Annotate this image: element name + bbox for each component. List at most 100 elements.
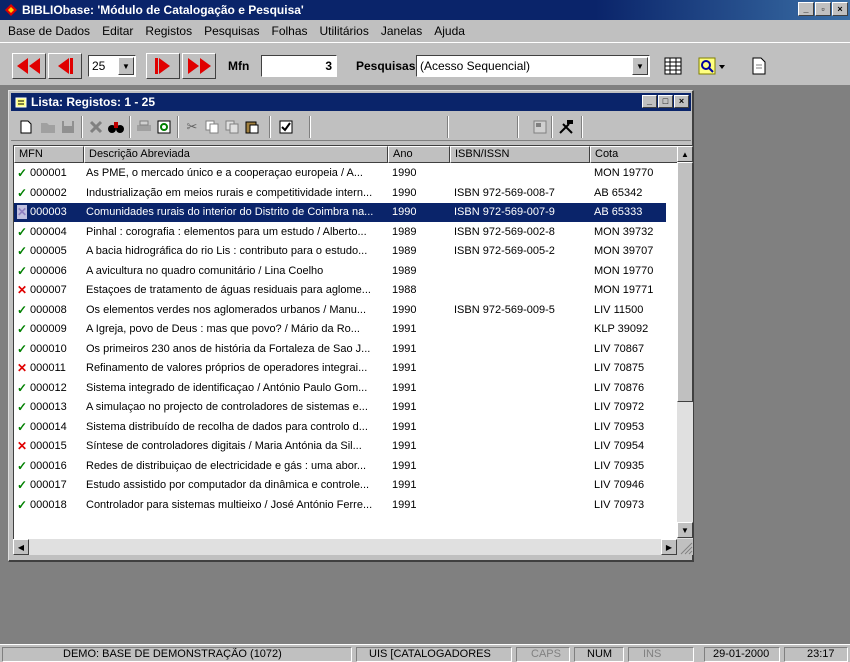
new-icon[interactable] (17, 118, 35, 136)
cell-cota: MON 19771 (594, 284, 654, 296)
cell-ano: 1991 (392, 459, 417, 472)
column-header-mfn[interactable]: MFN (14, 146, 84, 163)
check-icon[interactable] (277, 118, 295, 136)
paste-icon[interactable] (243, 118, 261, 136)
cell-desc: Controlador para sistemas multieixo / Jo… (86, 498, 373, 511)
table-row[interactable]: ✓ 000004 Pinhal : corografia : elementos p… (14, 223, 666, 242)
tools-icon[interactable] (557, 118, 575, 136)
column-header-isbn[interactable]: ISBN/ISSN (450, 146, 590, 163)
menu-folhas[interactable]: Folhas (265, 24, 313, 38)
status-ins: INS (628, 647, 694, 662)
chevron-down-icon[interactable]: ▼ (118, 57, 134, 75)
cut-icon[interactable]: ✂ (183, 118, 201, 136)
print-icon[interactable] (135, 118, 153, 136)
table-row[interactable]: ✓ 000002 Industrialização em meios rurais … (14, 184, 666, 203)
mfn-input[interactable]: 3 (261, 55, 337, 77)
cell-cota: KLP 39092 (594, 323, 649, 335)
cell-desc: As PME, o mercado único e a cooperaçao e… (86, 167, 363, 179)
restore-button[interactable]: ▫ (815, 2, 831, 16)
cell-mfn: 000013 (30, 401, 67, 413)
scroll-thumb[interactable] (677, 162, 693, 402)
table-row[interactable]: ✓ 000008 Os elementos verdes nos aglomerad… (14, 301, 666, 320)
vertical-scrollbar[interactable]: ▲ ▼ (677, 145, 693, 539)
first-record-button[interactable] (12, 53, 46, 79)
deleted-record-icon: ✕ (17, 439, 28, 453)
close-button[interactable]: × (832, 2, 848, 16)
locked-record-icon: ✕ (17, 205, 28, 219)
list-close-button[interactable]: × (674, 95, 689, 108)
table-row[interactable]: ✓ 000001 As PME, o mercado único e a coope… (14, 164, 666, 183)
records-table[interactable]: MFN Descrição Abreviada Ano ISBN/ISSN Co… (13, 145, 677, 539)
cell-mfn: 000015 (30, 440, 67, 452)
next-record-button[interactable] (146, 53, 180, 79)
scroll-up-button[interactable]: ▲ (677, 146, 693, 162)
cell-mfn: 000014 (30, 420, 67, 433)
previous-record-button[interactable] (48, 53, 82, 79)
cell-desc: Os elementos verdes nos aglomerados urba… (86, 303, 367, 316)
menu-janelas[interactable]: Janelas (375, 24, 428, 38)
page-size-value: 25 (92, 59, 106, 73)
scroll-right-button[interactable]: ▶ (661, 539, 677, 555)
menu-base-de-dados[interactable]: Base de Dados (2, 24, 96, 38)
cell-desc: Refinamento de valores próprios de opera… (86, 362, 368, 374)
list-maximize-button[interactable]: □ (658, 95, 673, 108)
table-row[interactable]: ✓ 000017 Estudo assistido por computador d… (14, 476, 666, 495)
menu-pesquisas[interactable]: Pesquisas (198, 24, 265, 38)
cell-isbn: ISBN 972-569-009-5 (454, 303, 555, 316)
query-button[interactable] (694, 53, 730, 79)
cell-mfn: 000002 (30, 186, 67, 199)
document-button[interactable] (748, 53, 770, 79)
save-icon[interactable] (59, 118, 77, 136)
column-header-descricao[interactable]: Descrição Abreviada (84, 146, 388, 163)
scroll-down-button[interactable]: ▼ (677, 522, 693, 538)
table-row[interactable]: ✓ 000005 A bacia hidrográfica do rio Lis :… (14, 242, 666, 261)
cell-ano: 1989 (392, 264, 417, 277)
cell-desc: Redes de distribuiçao de electricidade e… (86, 459, 367, 472)
properties-icon[interactable] (531, 118, 549, 136)
find-icon[interactable] (107, 118, 125, 136)
table-row[interactable]: ✓ 000010 Os primeiros 230 anos de história… (14, 340, 666, 359)
scroll-left-button[interactable]: ◀ (13, 539, 29, 555)
menu-registos[interactable]: Registos (139, 24, 198, 38)
table-row[interactable]: ✓ 000013 A simulaçao no projecto de contro… (14, 398, 666, 417)
page-size-select[interactable]: 25 ▼ (88, 55, 136, 77)
last-record-button[interactable] (182, 53, 216, 79)
size-grip[interactable] (677, 539, 693, 555)
cell-isbn: ISBN 972-569-007-9 (454, 206, 555, 218)
minimize-button[interactable]: _ (798, 2, 814, 16)
table-row[interactable]: ✓ 000016 Redes de distribuiçao de electric… (14, 457, 666, 476)
refresh-icon[interactable] (155, 118, 173, 136)
edit-icon[interactable] (39, 118, 57, 136)
table-row[interactable]: ✓ 000014 Sistema distribuído de recolha de… (14, 418, 666, 437)
valid-record-icon: ✓ (17, 224, 28, 239)
valid-record-icon: ✓ (17, 341, 28, 356)
cell-ano: 1990 (392, 303, 417, 316)
valid-record-icon: ✓ (17, 322, 28, 336)
list-minimize-button[interactable]: _ (642, 95, 657, 108)
cell-cota: LIV 70953 (594, 420, 645, 433)
menu-ajuda[interactable]: Ajuda (428, 24, 471, 38)
delete-icon[interactable] (87, 118, 105, 136)
copy-record-icon[interactable] (223, 118, 241, 136)
table-row[interactable]: ✕ 000007 Estaçoes de tratamento de águas r… (14, 281, 666, 300)
table-row[interactable]: ✕ 000011 Refinamento de valores próprios d… (14, 359, 666, 378)
table-row[interactable]: ✓ 000012 Sistema integrado de identificaça… (14, 379, 666, 398)
chevron-down-icon[interactable]: ▼ (632, 57, 648, 75)
column-header-cota[interactable]: Cota (590, 146, 677, 163)
menu-bar: Base de Dados Editar Registos Pesquisas … (0, 20, 850, 42)
cell-mfn: 000012 (30, 381, 67, 394)
list-view-button[interactable] (660, 53, 686, 79)
horizontal-scrollbar[interactable]: ◀ ▶ (13, 539, 677, 555)
table-row[interactable]: ✓ 000018 Controlador para sistemas multiei… (14, 496, 666, 515)
column-header-ano[interactable]: Ano (388, 146, 450, 163)
copy-icon[interactable] (203, 118, 221, 136)
menu-utilitarios[interactable]: Utilitários (314, 24, 375, 38)
table-row[interactable]: ✓ 000006 A avicultura no quadro comunitári… (14, 262, 666, 281)
table-row[interactable]: ✕ 000015 Síntese de controladores digitais… (14, 437, 666, 456)
table-row[interactable]: ✕ 000003 Comunidades rurais do interior do… (14, 203, 666, 222)
app-icon (4, 3, 18, 17)
cell-ano: 1988 (392, 284, 417, 296)
search-mode-select[interactable]: (Acesso Sequencial) ▼ (416, 55, 650, 77)
menu-editar[interactable]: Editar (96, 24, 139, 38)
table-row[interactable]: ✓ 000009 A Igreja, povo de Deus : mas que … (14, 320, 666, 339)
